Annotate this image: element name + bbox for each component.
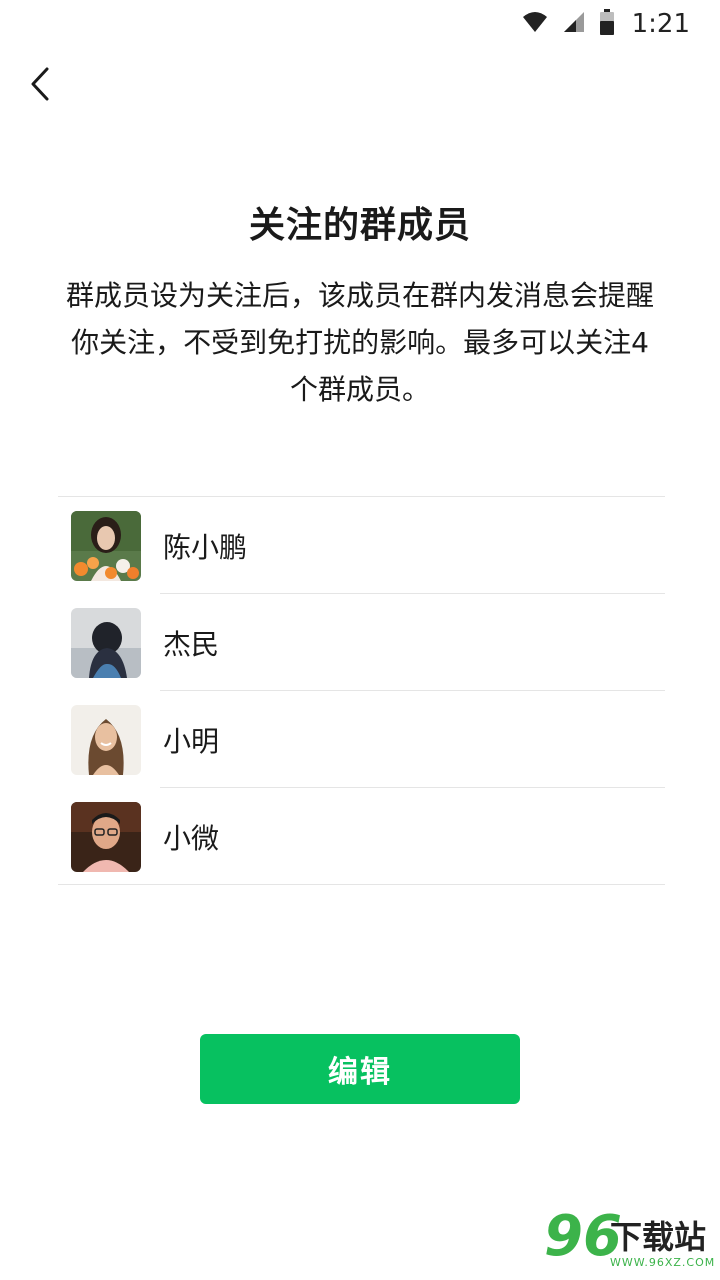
battery-icon: [599, 9, 614, 39]
wifi-icon: [522, 10, 548, 38]
watermark-logo: 96 下载站 WWW.96XZ.COM: [544, 1206, 714, 1276]
avatar: [71, 607, 141, 678]
member-list: 陈小鹏 杰民 小明 小微: [58, 496, 665, 885]
avatar: [71, 704, 141, 775]
edit-button[interactable]: 编辑: [200, 1034, 520, 1104]
status-icons: 1:21: [522, 8, 690, 40]
avatar: [71, 510, 141, 581]
status-bar: 1:21: [0, 0, 720, 48]
member-name: 杰民: [163, 627, 220, 661]
page-title: 关注的群成员: [248, 205, 471, 246]
list-item[interactable]: 杰民: [58, 594, 665, 691]
watermark-text: 下载站: [610, 1218, 707, 1256]
back-button[interactable]: [18, 62, 62, 110]
screen: 1:21 关注的群成员 群成员设为关注后，该成员在群内发消息会提醒你关注，不受到…: [0, 0, 720, 1280]
member-name: 陈小鹏: [163, 530, 248, 564]
list-item[interactable]: 小微: [58, 788, 665, 885]
member-name: 小微: [163, 821, 220, 855]
page-description: 群成员设为关注后，该成员在群内发消息会提醒你关注，不受到免打扰的影响。最多可以关…: [65, 279, 654, 406]
list-item[interactable]: 陈小鹏: [58, 497, 665, 594]
chevron-left-icon: [28, 66, 52, 106]
avatar: [71, 801, 141, 872]
list-item[interactable]: 小明: [58, 691, 665, 788]
status-time: 1:21: [631, 9, 690, 39]
signal-icon: [562, 10, 586, 38]
member-name: 小明: [163, 724, 220, 758]
watermark-url: WWW.96XZ.COM: [610, 1256, 716, 1269]
